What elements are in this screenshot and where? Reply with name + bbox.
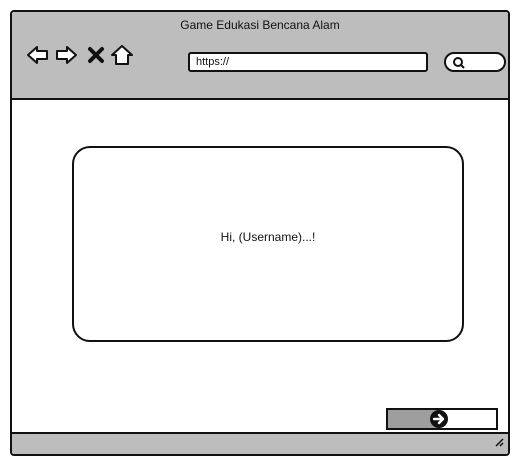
- browser-window: Game Edukasi Bencana Alam https:// Hi, (…: [10, 10, 510, 456]
- greeting-text: Hi, (Username)...!: [220, 230, 316, 244]
- greeting-panel: Hi, (Username)...!: [72, 146, 464, 342]
- next-button[interactable]: [386, 408, 498, 430]
- window-title: Game Edukasi Bencana Alam: [180, 18, 340, 32]
- search-input[interactable]: [444, 52, 506, 72]
- home-icon[interactable]: [110, 44, 134, 66]
- close-icon[interactable]: [84, 44, 108, 66]
- url-input[interactable]: https://: [188, 52, 428, 72]
- resize-grip-icon[interactable]: [492, 434, 504, 452]
- search-icon: [453, 57, 465, 69]
- arrow-right-circle-icon: [428, 408, 450, 435]
- browser-toolbar: Game Edukasi Bencana Alam https://: [12, 12, 508, 100]
- page-content: Hi, (Username)...!: [12, 100, 508, 434]
- back-arrow-icon[interactable]: [26, 44, 50, 66]
- forward-arrow-icon[interactable]: [54, 44, 78, 66]
- status-bar: [12, 432, 508, 454]
